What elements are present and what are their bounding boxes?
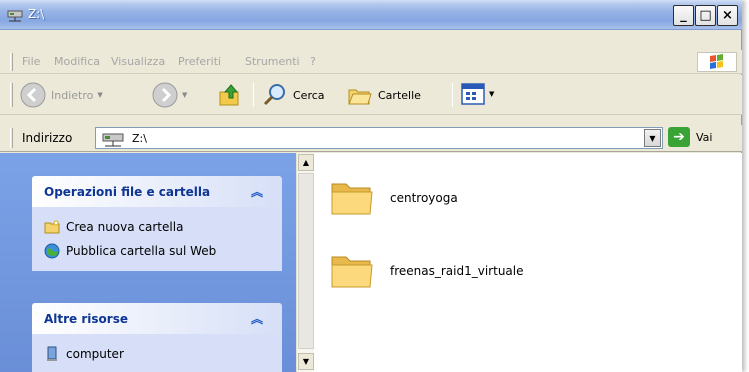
windows-flag-icon (710, 54, 723, 69)
folders-icon (348, 89, 372, 105)
file-tasks-box: Operazioni file e cartella ︽ Crea nuova … (32, 176, 282, 271)
folders-label: Cartelle (378, 88, 421, 102)
folder-icon (331, 183, 373, 215)
network-drive-icon (102, 133, 124, 147)
address-input[interactable]: Z:\ ▼ (95, 127, 663, 149)
toolbar-separator (452, 83, 453, 107)
folder-name: centroyoga (390, 191, 458, 205)
search-icon (263, 84, 285, 106)
up-folder-button[interactable] (217, 82, 243, 108)
folder-item[interactable]: centroyoga (328, 178, 458, 218)
maximize-button[interactable]: □ (695, 5, 716, 26)
go-label: Vai (696, 130, 713, 144)
go-button[interactable]: ➔ Vai (668, 127, 712, 147)
task-pane: Operazioni file e cartella ︽ Crea nuova … (0, 153, 296, 372)
back-button[interactable]: Indietro ▼ (20, 82, 103, 108)
file-list: centroyoga freenas_raid1_virtuale (318, 153, 738, 372)
folder-icon (331, 256, 373, 288)
folders-button[interactable]: Cartelle (347, 82, 421, 108)
task-new-folder[interactable]: Crea nuova cartella (44, 215, 270, 239)
title-bar[interactable]: Z:\ _ □ × (0, 0, 742, 30)
address-value: Z:\ (132, 132, 147, 145)
search-button[interactable]: Cerca (262, 82, 325, 108)
menu-preferiti[interactable]: Preferiti (178, 55, 221, 68)
collapse-chevron-icon[interactable]: ︽ (251, 183, 263, 200)
toolbar-separator (253, 83, 254, 107)
back-dropdown-icon[interactable]: ▼ (97, 91, 102, 99)
folder-name: freenas_raid1_virtuale (390, 264, 524, 278)
go-arrow-icon: ➔ (668, 127, 690, 147)
file-tasks-body: Crea nuova cartella Pubblica cartella su… (32, 207, 282, 271)
views-dropdown-icon[interactable]: ▼ (489, 90, 494, 98)
scroll-thumb[interactable] (298, 173, 314, 349)
windows-logo (697, 52, 737, 72)
place-computer[interactable]: computer (44, 342, 270, 366)
place-computer-label: computer (66, 347, 124, 361)
forward-button[interactable]: ▼ (152, 82, 187, 108)
forward-dropdown-icon[interactable]: ▼ (182, 91, 187, 99)
file-tasks-header[interactable]: Operazioni file e cartella ︽ (32, 176, 282, 207)
task-publish-web-label: Pubblica cartella sul Web (66, 244, 217, 258)
standard-toolbar: Indietro ▼ ▼ Cerca Cartelle ▼ (0, 75, 742, 115)
other-places-body: computer (32, 334, 282, 372)
other-places-title: Altre risorse (44, 312, 128, 326)
task-pane-scrollbar[interactable]: ▲ ▼ (296, 153, 314, 372)
menu-file[interactable]: File (22, 55, 40, 68)
address-dropdown-button[interactable]: ▼ (644, 129, 661, 147)
other-places-header[interactable]: Altre risorse ︽ (32, 303, 282, 334)
menu-bar: File Modifica Visualizza Preferiti Strum… (0, 50, 742, 74)
network-drive-icon (7, 10, 23, 22)
views-icon (461, 83, 485, 105)
other-places-box: Altre risorse ︽ computer (32, 303, 282, 372)
task-publish-web[interactable]: Pubblica cartella sul Web (44, 239, 270, 263)
menu-visualizza[interactable]: Visualizza (111, 55, 165, 68)
publish-web-icon (44, 243, 60, 259)
search-label: Cerca (293, 88, 325, 102)
minimize-button[interactable]: _ (673, 5, 694, 26)
toolbar-grip[interactable] (10, 83, 13, 107)
collapse-chevron-icon[interactable]: ︽ (251, 310, 263, 327)
menubar-grip[interactable] (10, 53, 13, 71)
views-button[interactable]: ▼ (461, 83, 494, 105)
forward-arrow-icon (152, 82, 178, 108)
content-area: Operazioni file e cartella ︽ Crea nuova … (0, 153, 742, 372)
file-tasks-title: Operazioni file e cartella (44, 185, 211, 199)
computer-icon (47, 346, 57, 361)
address-label: Indirizzo (22, 131, 73, 145)
back-arrow-icon (20, 82, 46, 108)
close-button[interactable]: × (717, 5, 738, 26)
menu-help[interactable]: ? (310, 55, 316, 68)
folder-item[interactable]: freenas_raid1_virtuale (328, 251, 524, 291)
addressbar-grip[interactable] (10, 128, 13, 148)
scroll-up-button[interactable]: ▲ (298, 154, 314, 171)
explorer-window: Z:\ _ □ × File Modifica Visualizza Prefe… (0, 0, 742, 372)
scroll-down-button[interactable]: ▼ (298, 353, 314, 370)
new-folder-icon (44, 220, 60, 234)
up-folder-icon (219, 84, 239, 106)
menu-modifica[interactable]: Modifica (54, 55, 100, 68)
window-title: Z:\ (28, 7, 45, 21)
menu-strumenti[interactable]: Strumenti (245, 55, 300, 68)
back-label: Indietro (51, 88, 94, 102)
address-bar: Indirizzo Z:\ ▼ ➔ Vai (0, 125, 742, 152)
task-new-folder-label: Crea nuova cartella (66, 220, 184, 234)
